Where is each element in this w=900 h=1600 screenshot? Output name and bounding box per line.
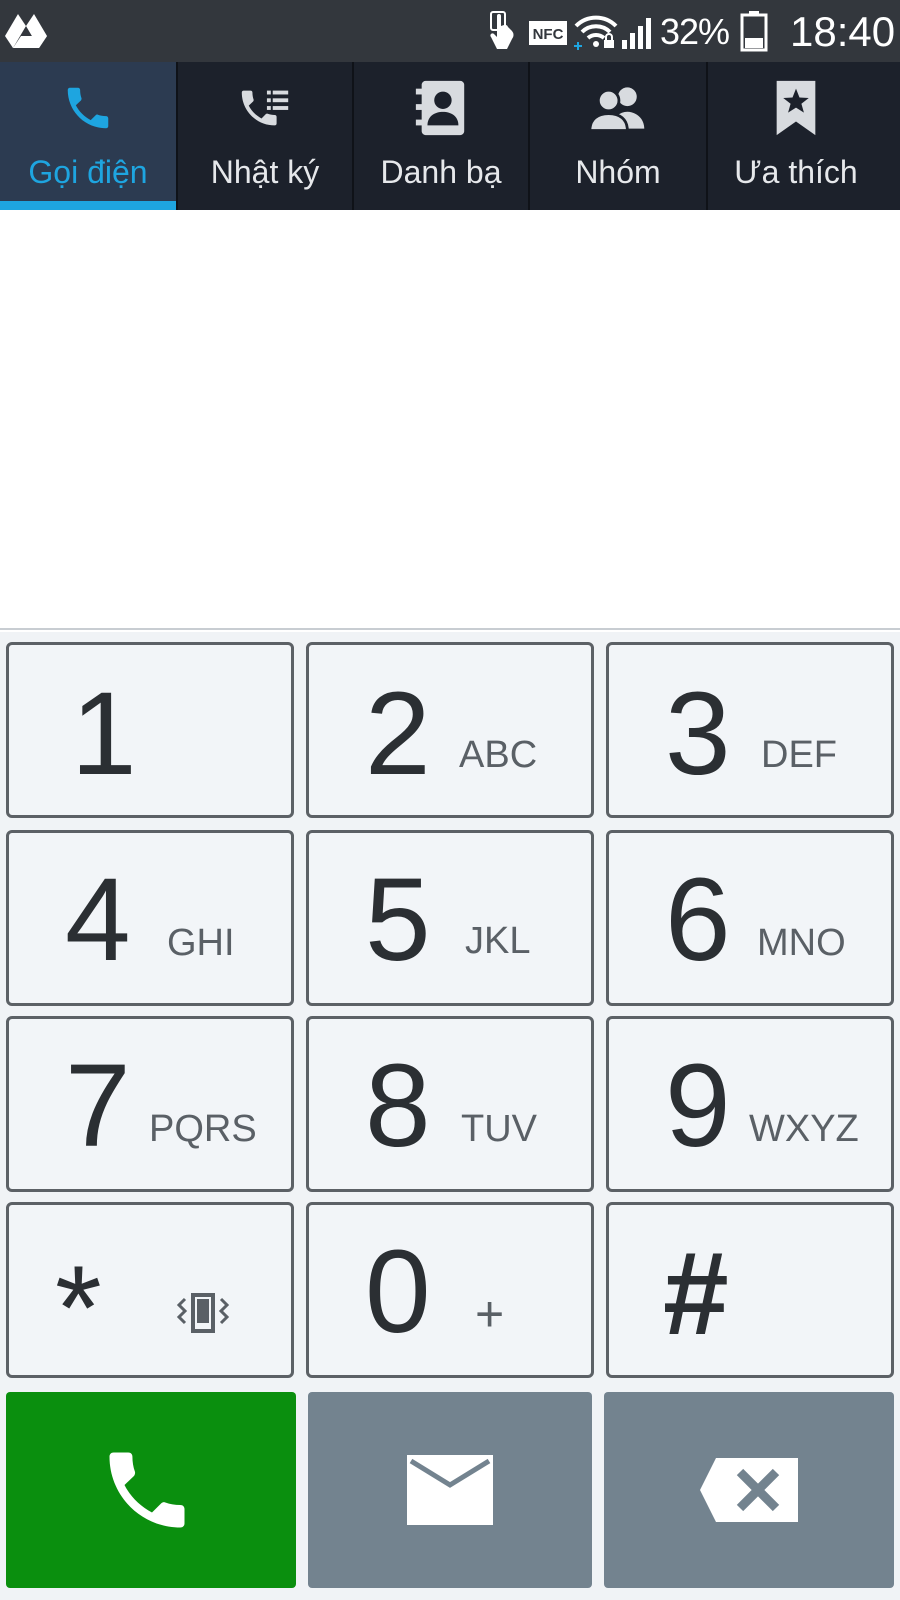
battery-icon <box>740 11 768 52</box>
svg-text:NFC: NFC <box>533 26 564 43</box>
key-letters: DEF <box>761 734 837 776</box>
key-1[interactable]: 1 <box>6 642 294 818</box>
key-9[interactable]: 9 WXYZ <box>606 1016 894 1192</box>
key-letters: + <box>475 1286 505 1342</box>
phone-icon <box>109 1452 185 1528</box>
key-letters: GHI <box>167 922 235 964</box>
key-8[interactable]: 8 TUV <box>306 1016 594 1192</box>
tab-dial[interactable]: Gọi điện <box>0 62 178 210</box>
key-digit: 4 <box>65 854 131 986</box>
envelope-icon <box>407 1455 493 1525</box>
tab-bar: Gọi điện Nhật ký Danh bạ Nhóm Ưa thích <box>0 62 900 210</box>
key-digit: 6 <box>665 854 731 986</box>
key-star[interactable]: * <box>6 1202 294 1378</box>
key-digit: 8 <box>365 1040 431 1172</box>
number-display[interactable] <box>0 210 900 630</box>
tab-label: Gọi điện <box>28 154 148 190</box>
tab-label: Nhóm <box>575 154 661 190</box>
key-0[interactable]: 0 + <box>306 1202 594 1378</box>
phone-icon <box>56 76 120 140</box>
tab-contacts[interactable]: Danh bạ <box>354 62 530 210</box>
touch-icon <box>490 11 514 49</box>
key-digit: 1 <box>71 668 137 800</box>
tab-label: Danh bạ <box>380 154 502 190</box>
tab-favorites[interactable]: Ưa thích <box>708 62 884 210</box>
call-button[interactable] <box>6 1392 296 1588</box>
key-letters: ABC <box>459 734 538 776</box>
groups-icon <box>586 76 650 140</box>
google-drive-icon <box>5 14 47 48</box>
key-digit: * <box>55 1241 102 1375</box>
wifi-icon <box>574 15 618 50</box>
tab-label: Ưa thích <box>734 154 858 190</box>
backspace-button[interactable] <box>604 1392 894 1588</box>
key-digit: 3 <box>665 668 731 800</box>
key-digit: 5 <box>365 854 431 986</box>
key-digit: 7 <box>65 1040 131 1172</box>
key-letters: MNO <box>757 922 846 964</box>
clock: 18:40 <box>790 8 896 55</box>
key-digit: # <box>663 1228 729 1360</box>
status-bar: NFC 32% 18:40 <box>0 0 900 62</box>
key-6[interactable]: 6 MNO <box>606 830 894 1006</box>
key-letters: JKL <box>465 920 531 962</box>
contacts-icon <box>409 76 473 140</box>
favorites-icon <box>764 76 828 140</box>
key-letters: TUV <box>461 1108 537 1150</box>
signal-icon <box>622 18 651 49</box>
key-digit: 9 <box>665 1040 731 1172</box>
dial-keypad: 1 2 ABC 3 DEF 4 GHI 5 JKL 6 MNO 7 PQRS 8… <box>0 632 900 1600</box>
call-log-icon <box>233 76 297 140</box>
backspace-icon <box>700 1458 798 1522</box>
nfc-icon: NFC <box>529 21 567 45</box>
key-digit: 0 <box>365 1226 431 1358</box>
key-7[interactable]: 7 PQRS <box>6 1016 294 1192</box>
tab-groups[interactable]: Nhóm <box>530 62 708 210</box>
key-hash[interactable]: # <box>606 1202 894 1378</box>
key-letters: WXYZ <box>749 1108 859 1150</box>
key-5[interactable]: 5 JKL <box>306 830 594 1006</box>
key-2[interactable]: 2 ABC <box>306 642 594 818</box>
battery-percent: 32% <box>660 11 730 52</box>
key-digit: 2 <box>365 668 431 800</box>
tab-call-log[interactable]: Nhật ký <box>178 62 354 210</box>
key-4[interactable]: 4 GHI <box>6 830 294 1006</box>
tab-label: Nhật ký <box>210 154 320 190</box>
message-button[interactable] <box>308 1392 592 1588</box>
vibrate-icon <box>176 1293 230 1333</box>
key-letters: PQRS <box>149 1108 257 1150</box>
key-3[interactable]: 3 DEF <box>606 642 894 818</box>
